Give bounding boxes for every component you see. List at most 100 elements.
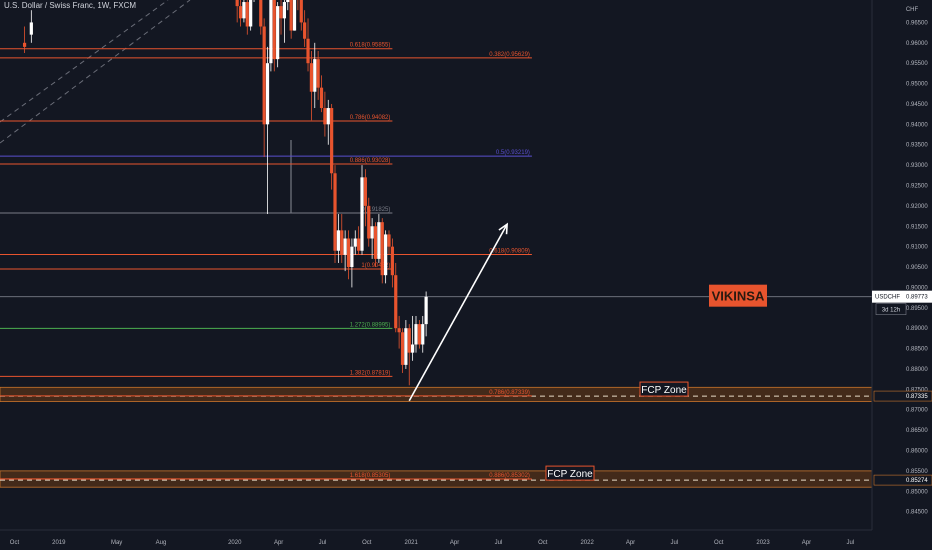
time-tick: 2020 bbox=[228, 540, 242, 546]
fib-level-label: 0.5(0.93219) bbox=[496, 150, 530, 156]
candle-body bbox=[245, 2, 249, 27]
price-tick: 0.95500 bbox=[906, 61, 928, 67]
time-tick: Apr bbox=[802, 540, 811, 546]
price-tick: 0.86500 bbox=[906, 428, 928, 434]
candle-body bbox=[400, 332, 405, 365]
candle-body bbox=[353, 238, 357, 247]
candle-body bbox=[279, 6, 283, 19]
price-tick: 0.96500 bbox=[906, 20, 928, 26]
candle-body bbox=[238, 6, 243, 19]
candle-body bbox=[363, 177, 367, 206]
candle-body bbox=[235, 0, 239, 7]
candle-body bbox=[319, 87, 324, 109]
time-axis-bg bbox=[0, 530, 932, 550]
candle-body bbox=[387, 234, 391, 247]
candle-body bbox=[262, 26, 266, 125]
price-tick: 0.84500 bbox=[906, 510, 928, 516]
time-tick: Jul bbox=[671, 540, 679, 546]
candle-body bbox=[303, 22, 307, 39]
symbol-title: U.S. Dollar / Swiss Franc, 1W, FXCM bbox=[4, 1, 137, 10]
time-tick: Apr bbox=[274, 540, 283, 546]
time-tick: Oct bbox=[714, 540, 724, 546]
time-tick: Oct bbox=[10, 540, 20, 546]
price-tick: 0.96000 bbox=[906, 41, 928, 47]
price-tick: 0.89500 bbox=[906, 306, 928, 312]
candle-body bbox=[323, 108, 327, 125]
time-tick: Jul bbox=[495, 540, 503, 546]
currency-label: CHF bbox=[906, 7, 919, 13]
price-axis[interactable]: CHF 0.96500 0.96000 0.95500 0.95000 0.94500 0.… bbox=[871, 0, 932, 550]
time-tick: Jul bbox=[846, 540, 854, 546]
candle-body bbox=[397, 328, 401, 333]
fcp-zone-label: FCP Zone bbox=[641, 385, 687, 396]
candle-body bbox=[333, 173, 337, 251]
countdown-label: 3d 12h bbox=[882, 308, 900, 314]
candle-body bbox=[360, 177, 364, 251]
price-tick: 0.92500 bbox=[906, 184, 928, 190]
candle-body bbox=[313, 59, 317, 92]
price-tick: 0.88500 bbox=[906, 347, 928, 353]
fib-level-label: 0.886(0.85302) bbox=[489, 473, 530, 479]
fib-level-label: 0.786(0.87339) bbox=[489, 390, 530, 396]
price-tick: 0.89000 bbox=[906, 326, 928, 332]
candle-body bbox=[357, 238, 361, 251]
candle-body bbox=[299, 0, 303, 23]
fcp-zone-label: FCP Zone bbox=[547, 469, 593, 480]
price-tick: 0.90000 bbox=[906, 285, 928, 291]
candle-body bbox=[282, 2, 287, 19]
candle-body bbox=[292, 0, 297, 31]
time-tick: 2021 bbox=[404, 540, 418, 546]
fib-level-label: 0.618(0.90809) bbox=[489, 248, 530, 254]
candle-body bbox=[404, 328, 408, 365]
candle-body bbox=[380, 222, 384, 276]
price-tick: 0.85500 bbox=[906, 469, 928, 475]
time-tick: Oct bbox=[538, 540, 548, 546]
candle-body bbox=[350, 246, 354, 268]
candle-body bbox=[29, 22, 33, 35]
candle-body bbox=[407, 328, 411, 353]
fcp-zone-box bbox=[0, 386, 873, 402]
candle-body bbox=[316, 59, 320, 88]
price-tick: 0.91000 bbox=[906, 245, 928, 251]
candle-body bbox=[377, 222, 381, 259]
price-tick: 0.86000 bbox=[906, 449, 928, 455]
time-tick: Oct bbox=[362, 540, 372, 546]
chart-canvas[interactable]: FCP Zone FCP Zone 0.618(0.95855) 0.382(0.9… bbox=[0, 0, 932, 550]
price-badge: 0.89773 bbox=[906, 295, 928, 301]
candle-body bbox=[249, 0, 253, 27]
price-tick: 0.93500 bbox=[906, 143, 928, 149]
candle-body bbox=[276, 6, 280, 60]
price-tick: 0.94000 bbox=[906, 122, 928, 128]
candle-body bbox=[390, 246, 394, 276]
time-tick: 2023 bbox=[756, 540, 770, 546]
candle-body bbox=[417, 324, 421, 345]
candle-body bbox=[286, 0, 290, 3]
chart-header: U.S. Dollar / Swiss Franc, 1W, FXCM bbox=[4, 1, 136, 10]
price-tick: 0.91500 bbox=[906, 224, 928, 230]
price-tick: 0.87000 bbox=[906, 408, 928, 414]
fib-level-label: 0.786(0.94082) bbox=[350, 115, 391, 121]
price-tick: 0.85000 bbox=[906, 489, 928, 495]
candle-body bbox=[272, 0, 276, 60]
candle-body bbox=[346, 238, 351, 268]
candle-body bbox=[424, 296, 428, 325]
candle-body bbox=[22, 42, 27, 47]
price-tick: 0.92000 bbox=[906, 204, 928, 210]
candle-body bbox=[269, 0, 273, 64]
zone-price-label: 0.85274 bbox=[906, 478, 928, 484]
candle-body bbox=[330, 108, 334, 174]
time-tick: Aug bbox=[156, 540, 167, 546]
candle-body bbox=[340, 230, 344, 255]
grid bbox=[0, 0, 932, 550]
watermark-text: VIKINSA bbox=[712, 289, 765, 304]
fib-level-label: 1.618(0.85305) bbox=[350, 473, 391, 479]
time-tick: Jul bbox=[319, 540, 327, 546]
time-axis[interactable]: Oct 2019 May Aug 2020 Apr Jul Oct 2021 Apr Jul Oct 2… bbox=[0, 529, 932, 550]
candle-body bbox=[367, 205, 371, 239]
candle-body bbox=[370, 226, 374, 239]
chart-background bbox=[0, 0, 932, 550]
time-tick: May bbox=[111, 540, 122, 546]
candle-body bbox=[265, 63, 270, 125]
symbol-label: USDCHF bbox=[875, 295, 900, 301]
candle-body bbox=[326, 108, 330, 125]
